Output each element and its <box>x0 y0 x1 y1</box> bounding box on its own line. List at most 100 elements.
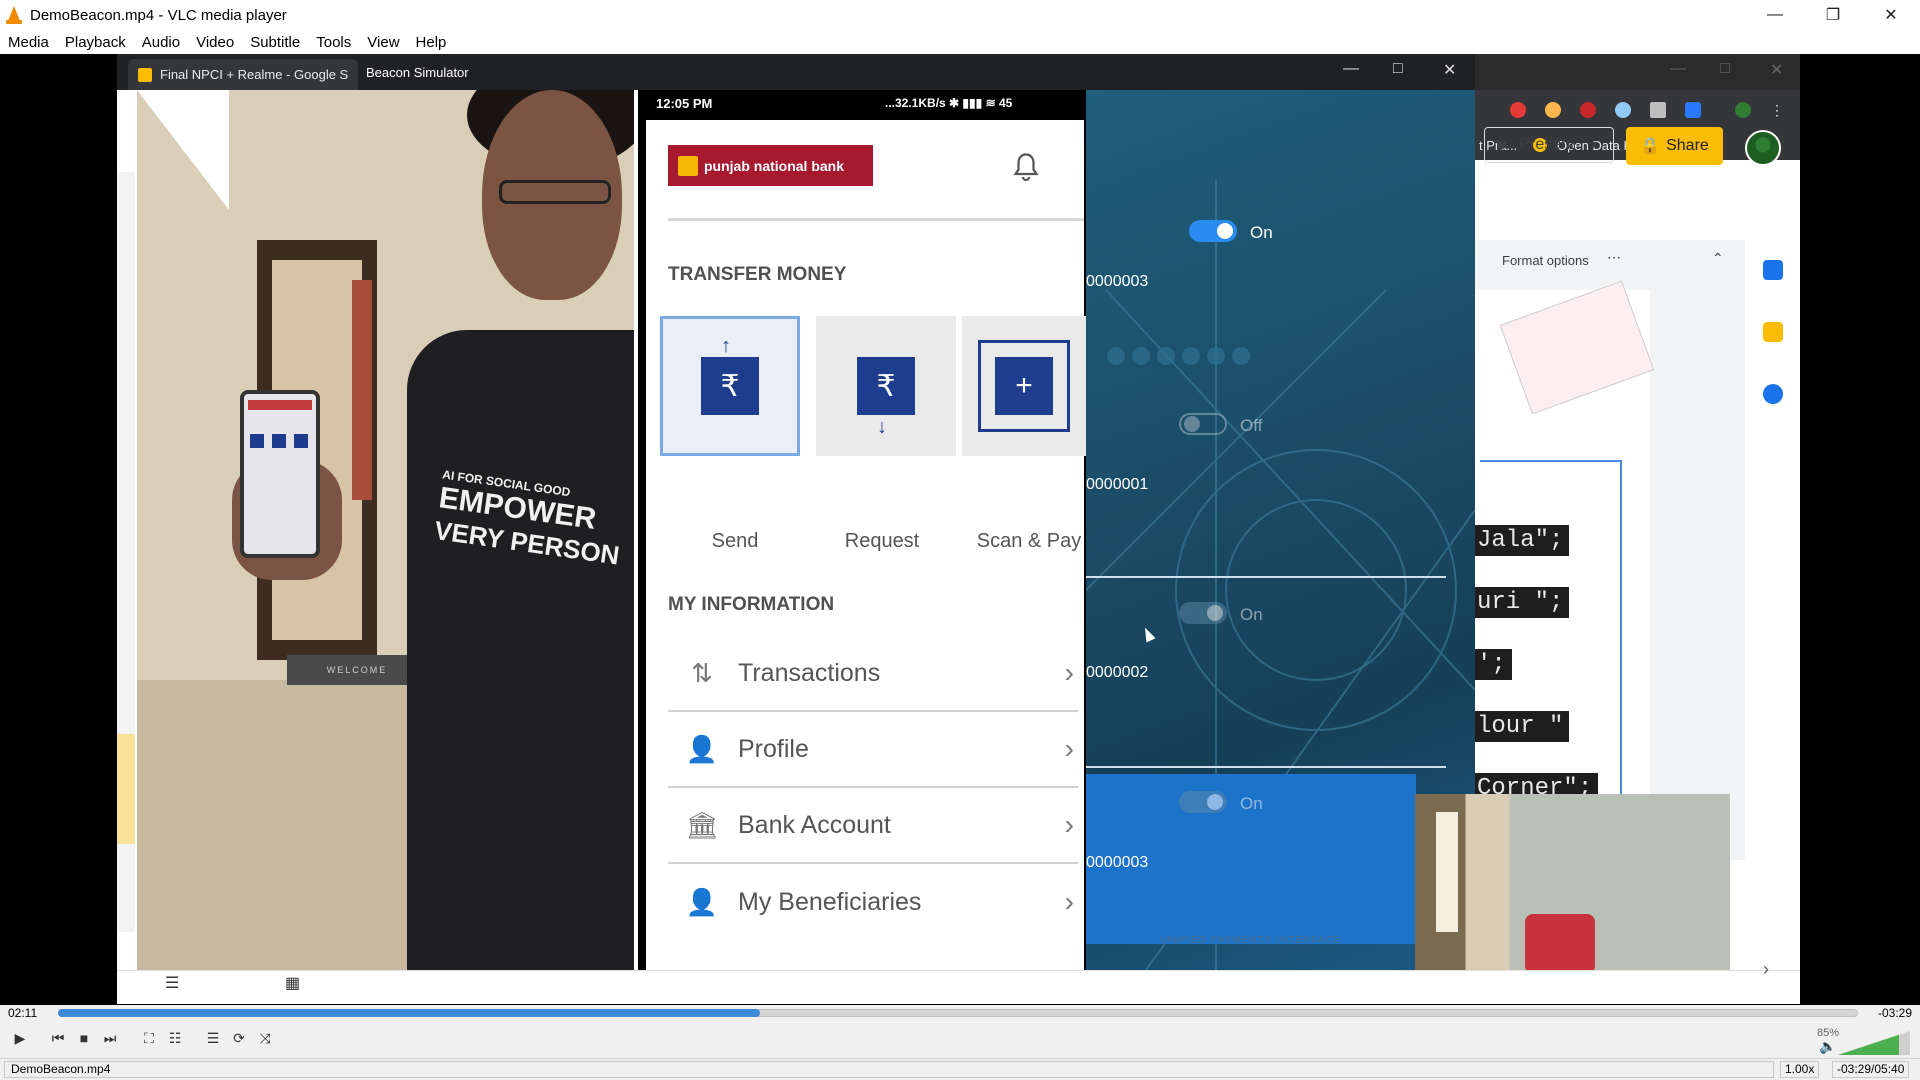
menu-bar: Media Playback Audio Video Subtitle Tool… <box>0 30 1920 54</box>
recorded-taskbar <box>117 970 1800 1004</box>
send-label: Send <box>711 530 759 552</box>
next-button[interactable]: ⏭ <box>98 1026 122 1050</box>
grid-view-icon: ▦ <box>285 975 301 992</box>
scan-icon: + <box>978 340 1070 432</box>
beacon-toggle <box>1179 602 1227 624</box>
rupee-glyph: ₹ <box>876 369 896 403</box>
minimize-icon[interactable]: — <box>1746 0 1804 30</box>
extension-icon <box>1615 102 1631 118</box>
loop-button[interactable]: ⟳ <box>227 1026 251 1050</box>
held-phone-tile <box>250 434 264 448</box>
transactions-row: ⇅ Transactions › <box>668 636 1078 712</box>
profile-icon: 👤 <box>685 733 719 764</box>
chevron-right-icon: › <box>1064 886 1074 917</box>
extension-icon <box>1685 102 1701 118</box>
profile-label: Profile <box>738 734 809 763</box>
browser-menu-icon: ⋮ <box>1770 102 1784 118</box>
held-phone-tile <box>272 434 286 448</box>
beacon-maximize-icon: □ <box>1393 60 1403 77</box>
lock-icon: 🔒 <box>1640 138 1661 155</box>
slides-icon <box>138 67 152 82</box>
share-label: Share <box>1666 137 1709 154</box>
toggle-state-label: On <box>1240 605 1263 624</box>
beneficiaries-row: 👤 My Beneficiaries › <box>668 864 1078 940</box>
webcam-window <box>1436 812 1458 932</box>
beacon-toggle <box>1179 413 1227 435</box>
present-label: Present <box>1519 136 1575 153</box>
play-button[interactable]: ▶ <box>6 1026 34 1050</box>
elapsed-time: 02:11 <box>8 1006 38 1020</box>
time-display[interactable]: -03:29/05:40 <box>1832 1061 1910 1078</box>
beacon-divider <box>1086 766 1446 768</box>
scan-pay-label: Scan & Pay <box>976 530 1082 552</box>
present-button: ▶ Present ▼ <box>1484 127 1614 163</box>
playback-rate[interactable]: 1.00x <box>1780 1061 1820 1078</box>
my-information-title: MY INFORMATION <box>668 594 835 615</box>
menu-view[interactable]: View <box>359 34 407 51</box>
header-divider <box>668 218 1084 221</box>
beacon-close-icon: ✕ <box>1443 62 1457 79</box>
menu-help[interactable]: Help <box>408 34 455 51</box>
chevron-right-icon: › <box>1763 959 1769 979</box>
second-window-titlebar <box>1475 54 1800 90</box>
extension-icon <box>1510 102 1526 118</box>
menu-audio[interactable]: Audio <box>134 34 188 51</box>
beacon-divider <box>1086 576 1446 578</box>
chevron-up-icon: ⌃ <box>1712 250 1724 266</box>
seek-progress[interactable] <box>58 1009 760 1017</box>
doormat: WELCOME <box>287 655 427 685</box>
extension-icon <box>1650 102 1666 118</box>
close-icon[interactable]: ✕ <box>1862 0 1920 30</box>
profile-row: 👤 Profile › <box>668 712 1078 788</box>
window-title: DemoBeacon.mp4 - VLC media player <box>30 6 287 24</box>
arrow-up-icon: ↑ <box>721 335 731 357</box>
transactions-icon: ⇅ <box>691 657 713 688</box>
phone-status-icons: ...32.1KB/s ✱ ▮▮▮ ≋ 45 <box>885 96 1013 110</box>
calendar-icon <box>1763 260 1783 280</box>
send-money-icon: ₹ ↑ <box>701 335 759 415</box>
toggle-knob <box>1217 223 1233 239</box>
beneficiaries-label: My Beneficiaries <box>738 887 922 916</box>
extended-settings-button[interactable]: ☷ <box>163 1026 187 1050</box>
desktop-yellow-bar <box>117 734 135 844</box>
second-minimize-icon: — <box>1670 60 1686 77</box>
slides-toolbar <box>1475 160 1800 226</box>
menu-subtitle[interactable]: Subtitle <box>242 34 308 51</box>
send-tile: ₹ ↑ <box>660 316 800 456</box>
playlist-button[interactable]: ☰ <box>201 1026 225 1050</box>
chevron-down-icon: ▼ <box>1588 139 1600 151</box>
shuffle-button[interactable]: ⤨ <box>253 1026 277 1050</box>
browser-tab: Final NPCI + Realme - Google S <box>128 59 358 90</box>
list-view-icon: ☰ <box>165 975 180 992</box>
extension-icon <box>1545 102 1561 118</box>
video-surface[interactable]: Final NPCI + Realme - Google S Beacon Si… <box>0 54 1920 1005</box>
menu-tools[interactable]: Tools <box>308 34 359 51</box>
speaker-icon[interactable]: 🔈 <box>1819 1038 1836 1055</box>
restore-icon[interactable]: ❐ <box>1804 0 1862 30</box>
more-icon: ⋯ <box>1607 249 1621 265</box>
toggle-state-label: Off <box>1240 416 1263 435</box>
code-line: uri "; <box>1471 587 1570 618</box>
window-controls: — ❐ ✕ <box>1746 0 1920 30</box>
second-close-icon: ✕ <box>1770 62 1784 79</box>
scan-pay-tile: + <box>962 316 1086 456</box>
glasses <box>499 180 611 204</box>
status-filename: DemoBeacon.mp4 <box>4 1061 1774 1078</box>
beacon-id: 0000001 <box>1086 476 1149 493</box>
held-phone-tile <box>294 434 308 448</box>
menu-playback[interactable]: Playback <box>57 34 134 51</box>
transactions-label: Transactions <box>738 658 881 687</box>
remaining-time: -03:29 <box>1877 1006 1912 1020</box>
bank-name: punjab national bank <box>704 157 845 174</box>
beacon-id: 0000003 <box>1086 854 1149 871</box>
fullscreen-button[interactable]: ⛶ <box>137 1026 161 1050</box>
request-tile: ₹ ↓ <box>816 316 956 456</box>
menu-video[interactable]: Video <box>188 34 242 51</box>
previous-button[interactable]: ⏮ <box>46 1026 70 1050</box>
menu-media[interactable]: Media <box>0 34 57 51</box>
toggle-state-label: On <box>1250 223 1273 242</box>
stop-button[interactable]: ■ <box>72 1026 96 1050</box>
bank-account-label: Bank Account <box>738 810 891 839</box>
chevron-right-icon: › <box>1064 657 1074 688</box>
request-label: Request <box>844 530 920 552</box>
